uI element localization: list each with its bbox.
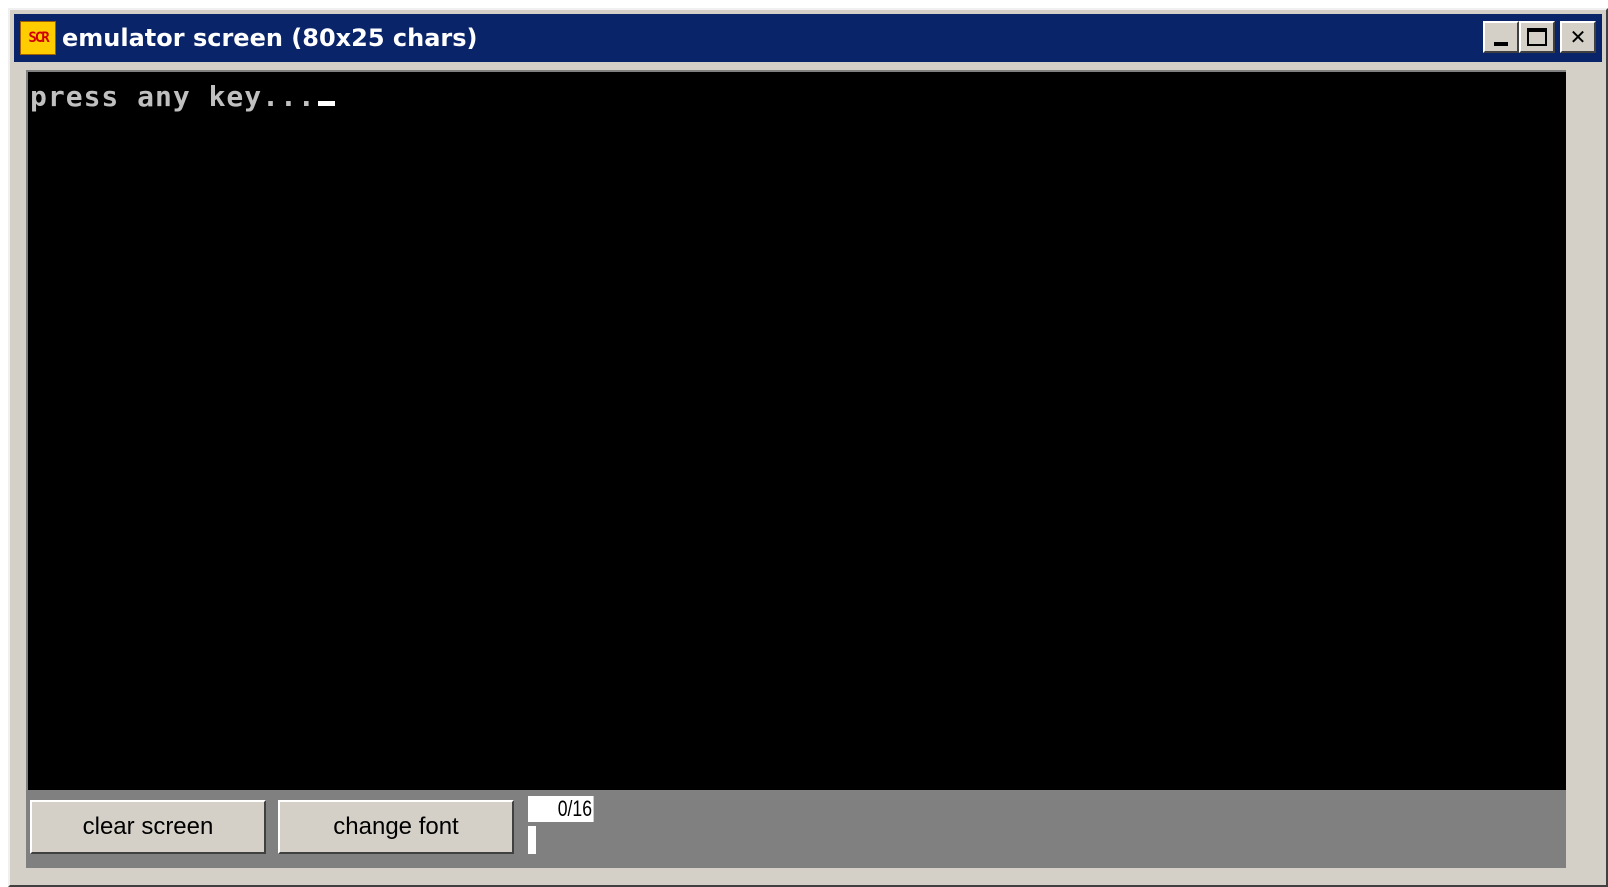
- app-icon[interactable]: SCR: [20, 21, 56, 55]
- text-cursor: [317, 101, 335, 106]
- font-counter-text: 0/16: [557, 796, 592, 821]
- minimize-button[interactable]: [1483, 21, 1519, 53]
- counter-progress-bar: [528, 826, 536, 854]
- window-title: emulator screen (80x25 chars): [62, 24, 478, 52]
- change-font-button[interactable]: change font: [278, 800, 514, 854]
- console-line: press any key...: [30, 80, 335, 113]
- console-text: press any key...: [30, 80, 316, 113]
- close-icon: ✕: [1569, 25, 1587, 49]
- clear-screen-button[interactable]: clear screen: [30, 800, 266, 854]
- title-bar[interactable]: SCR emulator screen (80x25 chars) ✕: [14, 14, 1602, 62]
- font-counter: 0/16: [528, 796, 594, 822]
- minimize-icon: [1494, 42, 1508, 46]
- caption-buttons: ✕: [1483, 21, 1596, 53]
- emulator-window: SCR emulator screen (80x25 chars) ✕ pres…: [8, 8, 1608, 887]
- maximize-button[interactable]: [1519, 21, 1555, 53]
- maximize-icon: [1527, 28, 1547, 46]
- control-panel: clear screen change font 0/16: [26, 790, 1566, 868]
- console-screen[interactable]: press any key...: [26, 70, 1566, 790]
- close-button[interactable]: ✕: [1560, 21, 1596, 53]
